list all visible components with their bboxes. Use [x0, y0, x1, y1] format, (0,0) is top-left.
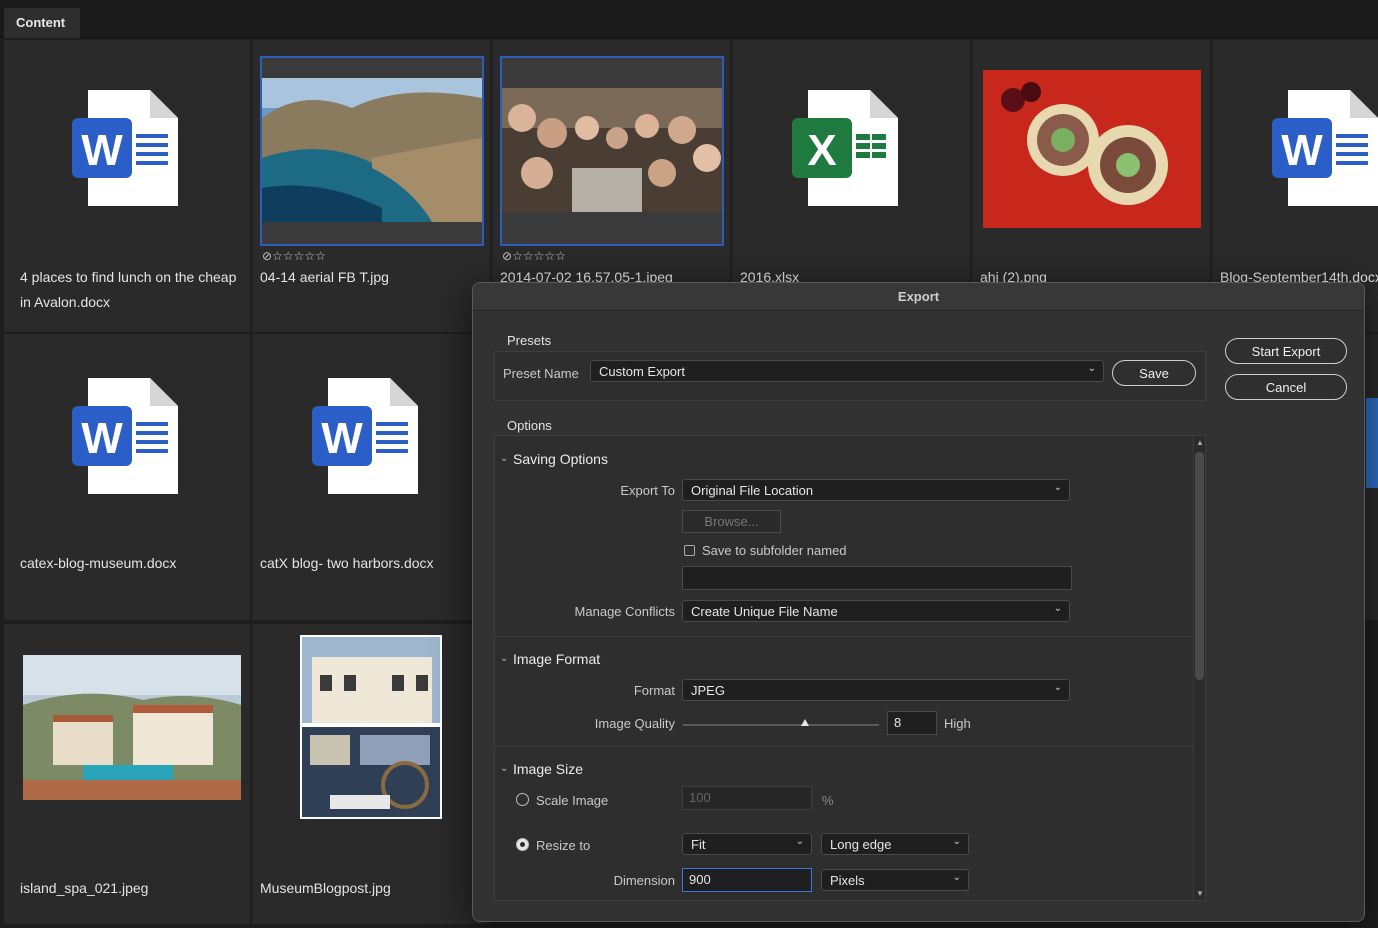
- dimension-unit-select[interactable]: Pixels ⌄: [821, 869, 969, 891]
- chevron-down-icon: ⌄: [795, 836, 804, 847]
- word-document-icon: W: [72, 378, 178, 494]
- file-name: 04-14 aerial FB T.jpg: [260, 269, 389, 285]
- image-format-heading[interactable]: Image Format: [513, 651, 600, 667]
- file-name: catex-blog-museum.docx: [20, 555, 177, 571]
- scale-image-label: Scale Image: [536, 793, 609, 808]
- resize-to-radio[interactable]: [516, 838, 529, 851]
- image-quality-label: Image Quality: [594, 716, 675, 731]
- browse-button[interactable]: Browse...: [682, 510, 781, 533]
- subfolder-label: Save to subfolder named: [702, 543, 847, 558]
- options-panel: ▲ ▼ ⌄ Saving Options Export To Original …: [494, 435, 1206, 901]
- scale-image-radio[interactable]: [516, 793, 529, 806]
- word-document-icon: W: [72, 90, 178, 206]
- image-quality-slider[interactable]: [683, 719, 879, 726]
- scale-unit-label: %: [822, 793, 834, 808]
- chevron-down-icon: ⌄: [1053, 482, 1062, 493]
- cancel-button[interactable]: Cancel: [1225, 374, 1347, 400]
- svg-text:W: W: [321, 414, 363, 463]
- image-size-heading[interactable]: Image Size: [513, 761, 583, 777]
- preset-name-value: Custom Export: [599, 364, 685, 379]
- resize-mode-select[interactable]: Fit ⌄: [682, 833, 812, 855]
- export-dialog: Export Presets Preset Name Custom Export…: [472, 282, 1365, 922]
- export-to-value: Original File Location: [691, 483, 814, 498]
- chevron-down-icon: ⌄: [1053, 682, 1062, 693]
- spa-photo: [23, 655, 241, 800]
- scroll-down-icon[interactable]: ▼: [1196, 889, 1204, 898]
- grid-item[interactable]: ⊘☆☆☆☆☆ 04-14 aerial FB T.jpg: [252, 40, 490, 332]
- svg-text:W: W: [1281, 126, 1323, 175]
- svg-text:X: X: [807, 126, 836, 175]
- manage-conflicts-select[interactable]: Create Unique File Name ⌄: [682, 600, 1070, 622]
- presets-heading: Presets: [507, 333, 552, 348]
- excel-document-icon: X: [792, 90, 898, 206]
- presets-panel: Preset Name Custom Export ⌄ Save: [494, 351, 1206, 401]
- grid-item[interactable]: island_spa_021.jpeg: [4, 624, 250, 924]
- panel-tab-bar: Content: [0, 0, 1378, 38]
- svg-text:W: W: [81, 414, 123, 463]
- resize-edge-value: Long edge: [830, 837, 892, 852]
- preset-name-label: Preset Name: [503, 366, 579, 381]
- options-scrollbar[interactable]: ▲ ▼: [1193, 436, 1205, 900]
- export-to-label: Export To: [620, 483, 675, 498]
- grid-item[interactable]: MuseumBlogpost.jpg: [252, 624, 490, 924]
- format-label: Format: [633, 683, 675, 698]
- dialog-title: Export: [473, 283, 1364, 311]
- scroll-up-icon[interactable]: ▲: [1196, 438, 1204, 447]
- slider-thumb[interactable]: [800, 719, 809, 726]
- quality-level-text: High: [944, 716, 971, 731]
- preset-name-select[interactable]: Custom Export ⌄: [590, 360, 1104, 382]
- subfolder-checkbox[interactable]: [684, 545, 695, 556]
- manage-conflicts-label: Manage Conflicts: [574, 604, 675, 619]
- saving-options-heading[interactable]: Saving Options: [513, 451, 608, 467]
- file-name: 4 places to find lunch on the cheap in A…: [20, 269, 237, 310]
- chevron-down-icon: ⌄: [1087, 363, 1096, 374]
- dimension-input[interactable]: 900: [682, 868, 812, 892]
- group-photo: [502, 88, 722, 212]
- file-name: catX blog- two harbors.docx: [260, 555, 434, 571]
- image-quality-input[interactable]: 8: [887, 711, 937, 735]
- rating-stars[interactable]: ⊘☆☆☆☆☆: [502, 249, 566, 263]
- resize-edge-select[interactable]: Long edge ⌄: [821, 833, 969, 855]
- file-name: MuseumBlogpost.jpg: [260, 880, 391, 896]
- svg-text:W: W: [81, 126, 123, 175]
- word-document-icon: W: [1272, 90, 1378, 206]
- scrollbar-thumb[interactable]: [1195, 452, 1204, 680]
- word-document-icon: W: [312, 378, 418, 494]
- aerial-photo: [262, 78, 482, 222]
- file-name: island_spa_021.jpeg: [20, 880, 149, 896]
- chevron-down-icon: ⌄: [1053, 603, 1062, 614]
- format-select[interactable]: JPEG ⌄: [682, 679, 1070, 701]
- selection-frame: [260, 56, 484, 246]
- dimension-unit-value: Pixels: [830, 873, 865, 888]
- collapse-saving-icon[interactable]: ⌄: [500, 453, 508, 464]
- section-divider: [495, 636, 1193, 637]
- start-export-button[interactable]: Start Export: [1225, 338, 1347, 364]
- collapse-size-icon[interactable]: ⌄: [500, 763, 508, 774]
- resize-mode-value: Fit: [691, 837, 706, 852]
- grid-item[interactable]: W catX blog- two harbors.docx: [252, 334, 490, 620]
- dimension-label: Dimension: [613, 873, 675, 888]
- selection-edge: [1366, 398, 1378, 488]
- food-photo: [983, 70, 1201, 228]
- tab-content[interactable]: Content: [4, 8, 80, 38]
- scale-percent-input[interactable]: 100: [682, 786, 812, 810]
- museum-photo: [300, 635, 442, 819]
- chevron-down-icon: ⌄: [952, 872, 961, 883]
- options-heading: Options: [507, 418, 552, 433]
- save-preset-button[interactable]: Save: [1112, 360, 1196, 386]
- format-value: JPEG: [691, 683, 725, 698]
- resize-to-label: Resize to: [536, 838, 591, 853]
- collapse-format-icon[interactable]: ⌄: [500, 653, 508, 664]
- selection-frame: [500, 56, 724, 246]
- grid-item[interactable]: W catex-blog-museum.docx: [4, 334, 250, 620]
- section-divider: [495, 746, 1193, 747]
- rating-stars[interactable]: ⊘☆☆☆☆☆: [262, 249, 326, 263]
- chevron-down-icon: ⌄: [952, 836, 961, 847]
- grid-item[interactable]: W 4 places to find lunch on the cheap in…: [4, 40, 250, 332]
- subfolder-name-input[interactable]: [682, 566, 1072, 590]
- export-to-select[interactable]: Original File Location ⌄: [682, 479, 1070, 501]
- manage-conflicts-value: Create Unique File Name: [691, 604, 838, 619]
